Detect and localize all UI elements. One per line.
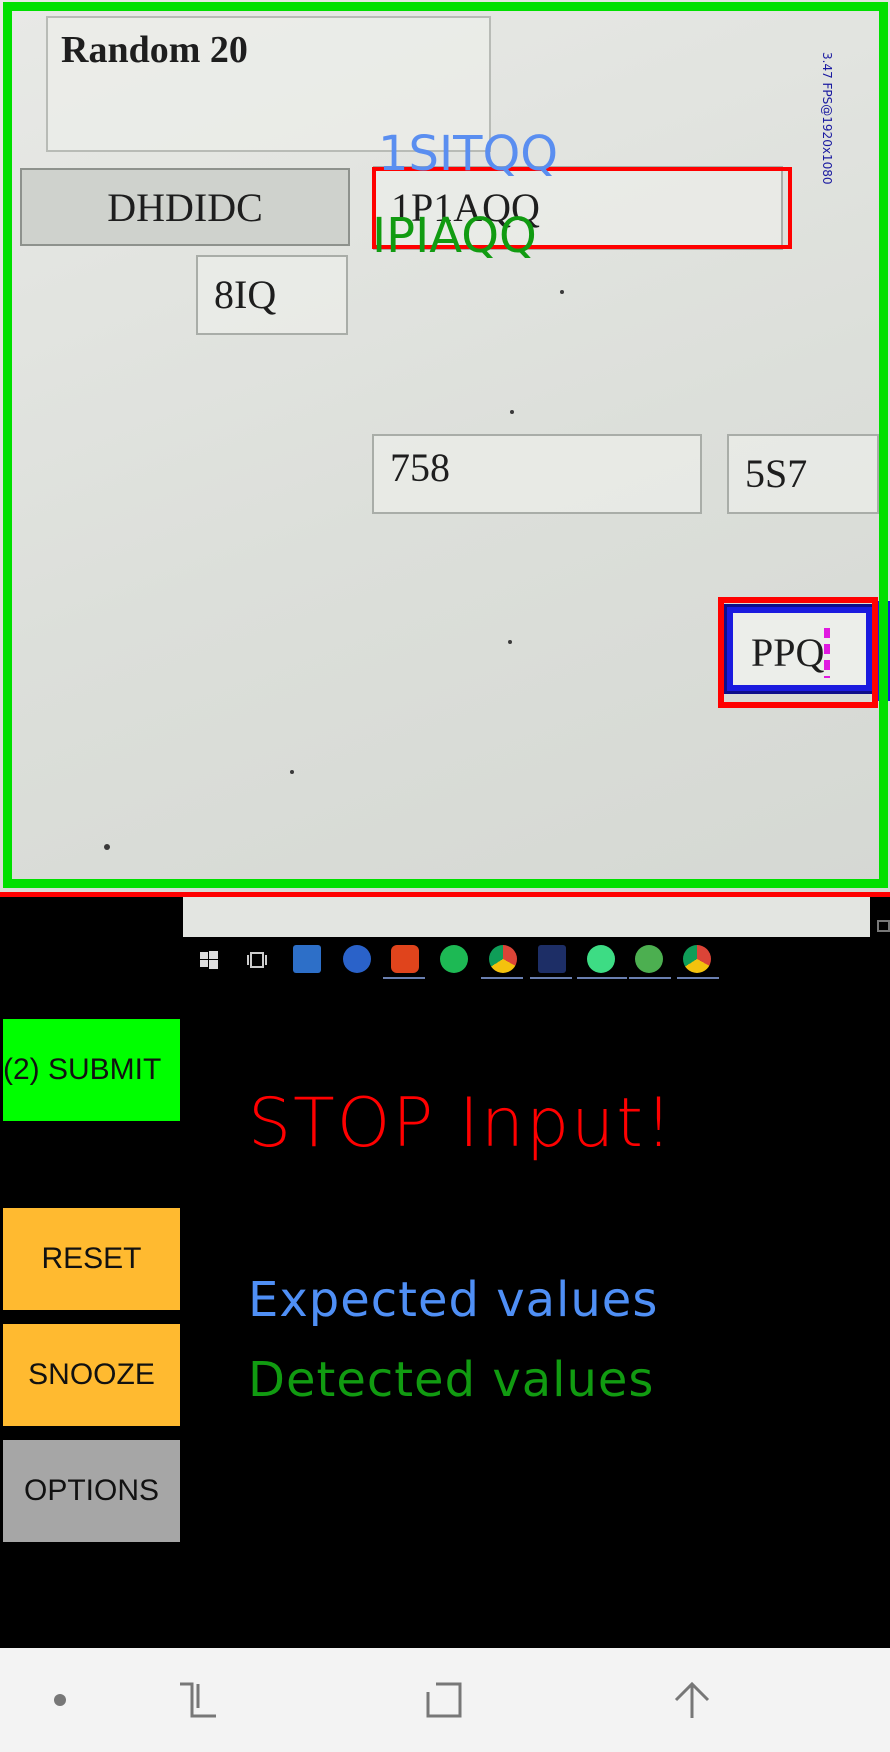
spotify-icon xyxy=(440,945,468,973)
dot-icon[interactable] xyxy=(30,1670,90,1730)
windows-start-icon xyxy=(200,951,218,969)
detected-values-legend: Detected values xyxy=(248,1352,655,1408)
active-indicator xyxy=(530,977,572,979)
photographed-screen-bottom xyxy=(183,897,870,937)
active-indicator xyxy=(677,977,719,979)
back-icon[interactable] xyxy=(662,1670,722,1730)
options-button[interactable]: OPTIONS xyxy=(3,1440,180,1542)
submit-button[interactable]: (2) SUBMIT xyxy=(3,1019,180,1121)
active-indicator xyxy=(481,977,523,979)
task-view-icon xyxy=(247,952,267,968)
snooze-button[interactable]: SNOOZE xyxy=(3,1324,180,1426)
reset-button[interactable]: RESET xyxy=(3,1208,180,1310)
app-icon xyxy=(635,945,663,973)
edge-icon xyxy=(877,920,890,932)
ubuntu-icon xyxy=(391,945,419,973)
tex-icon xyxy=(538,945,566,973)
chrome-icon xyxy=(489,945,517,973)
expected-values-legend: Expected values xyxy=(248,1272,659,1328)
stop-input-warning: STOP Input! xyxy=(248,1084,675,1163)
r-icon xyxy=(343,945,371,973)
recent-apps-icon[interactable] xyxy=(168,1670,228,1730)
capture-frame xyxy=(3,2,888,888)
app-icon xyxy=(293,945,321,973)
photographed-taskbar xyxy=(183,937,890,985)
android-nav-bar xyxy=(0,1648,890,1752)
active-indicator xyxy=(577,977,627,979)
chrome-icon xyxy=(683,945,711,973)
home-icon[interactable] xyxy=(414,1670,474,1730)
active-indicator xyxy=(629,977,671,979)
android-studio-icon xyxy=(587,945,615,973)
active-indicator xyxy=(383,977,425,979)
camera-preview: Random 20 DHDIDC 1P1AQQ 8IQ 758 5S7 PPQ … xyxy=(0,0,890,895)
